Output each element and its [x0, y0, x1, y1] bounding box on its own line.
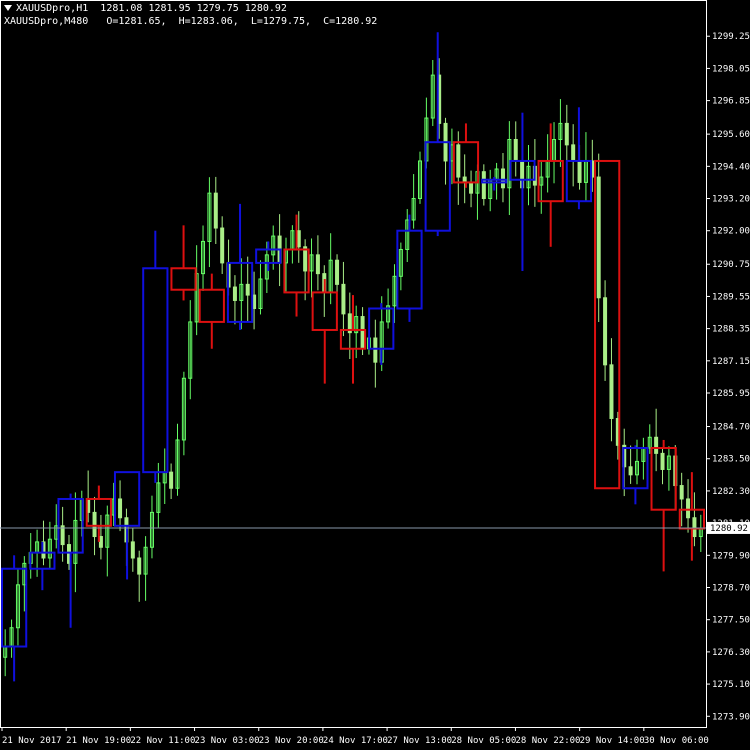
y-tick-label: 1279.90 — [712, 551, 750, 561]
y-tick-label: 1282.30 — [712, 487, 750, 497]
h1-candle-body — [628, 466, 633, 476]
x-tick-label: 23 Nov 20:00 — [259, 736, 324, 746]
h1-candle-body — [98, 536, 103, 548]
chart-header-line1: XAUUSDpro,H1 1281.08 1281.95 1279.75 128… — [4, 3, 287, 15]
m480-candle-box — [142, 267, 169, 474]
symbol-label: XAUUSDpro,H1 — [16, 3, 89, 14]
h1-candle-body — [577, 160, 582, 183]
m480-candle-box — [170, 267, 197, 291]
x-tick-label: 24 Nov 17:00 — [323, 736, 388, 746]
y-tick-label: 1292.00 — [712, 227, 750, 237]
h1-candle-body — [169, 471, 174, 489]
h1-candle-body — [481, 171, 486, 200]
h1-candle-body — [213, 192, 218, 229]
y-tick-label: 1294.40 — [712, 162, 750, 172]
dropdown-triangle-icon[interactable] — [4, 5, 12, 11]
x-tick-label: 28 Nov 05:00 — [451, 736, 516, 746]
h1-candle-body — [513, 138, 518, 162]
m480-candle-box — [537, 159, 564, 203]
y-tick-label: 1277.50 — [712, 616, 750, 626]
y-tick-label: 1273.90 — [712, 712, 750, 722]
x-tick-label: 28 Nov 22:00 — [515, 736, 580, 746]
h1-candle-body — [571, 144, 576, 162]
h1-candle-body — [373, 337, 378, 363]
h1-candle-body — [609, 364, 614, 419]
h1-candle-body — [92, 511, 97, 538]
y-tick-label: 1293.20 — [712, 195, 750, 205]
y-tick-label: 1278.70 — [712, 584, 750, 594]
h1-candle-body — [564, 122, 569, 146]
y-tick-label: 1283.50 — [712, 455, 750, 465]
h1-candle-body — [341, 283, 346, 315]
h1-candle-body — [692, 517, 697, 538]
y-tick-label: 1289.55 — [712, 292, 750, 302]
current-price-label: 1280.92 — [710, 524, 748, 534]
y-tick-label: 1288.35 — [712, 325, 750, 335]
x-tick-label: 30 Nov 06:00 — [644, 736, 709, 746]
h1-candle-body — [456, 144, 461, 178]
h1-candle-body — [130, 541, 135, 559]
h1-candle-body — [335, 259, 340, 285]
h1-candle-body — [315, 254, 320, 275]
y-tick-label: 1299.25 — [712, 32, 750, 42]
h1-candle-body — [118, 498, 123, 519]
x-tick-label: 21 Nov 19:00 — [66, 736, 131, 746]
h1-candle-body — [469, 181, 474, 194]
h1-candle-body — [296, 230, 301, 248]
h1-candle-body — [137, 557, 142, 575]
y-tick-label: 1298.05 — [712, 64, 750, 74]
h1-candle-body — [232, 286, 237, 301]
h1-candle-body — [596, 176, 601, 299]
y-tick-label: 1287.15 — [712, 357, 750, 367]
h1-candle-body — [245, 283, 250, 296]
x-tick-label: 22 Nov 11:00 — [130, 736, 195, 746]
y-tick-label: 1275.10 — [712, 680, 750, 690]
h1-candle-body — [660, 452, 665, 470]
ohlc-values: 1281.08 1281.95 1279.75 1280.92 — [100, 3, 287, 14]
h1-candle-body — [60, 525, 65, 546]
y-tick-label: 1296.85 — [712, 97, 750, 107]
y-tick-label: 1290.75 — [712, 260, 750, 270]
y-tick-label: 1295.60 — [712, 130, 750, 140]
h1-candle-body — [220, 227, 225, 264]
y-tick-label: 1276.30 — [712, 648, 750, 658]
chart-header-line2: XAUUSDpro,M480 O=1281.65, H=1283.06, L=1… — [4, 16, 377, 28]
x-tick-label: 23 Nov 03:00 — [195, 736, 260, 746]
x-tick-label: 29 Nov 14:00 — [580, 736, 645, 746]
indicator-ohlc-values: O=1281.65, H=1283.06, L=1279.75, C=1280.… — [106, 16, 378, 27]
indicator-symbol-label: XAUUSDpro,M480 — [4, 16, 89, 27]
h1-candle-body — [360, 316, 365, 350]
y-tick-label: 1285.95 — [712, 389, 750, 399]
h1-candle-body — [686, 498, 691, 519]
x-tick-label: 21 Nov 2017 — [2, 736, 62, 746]
h1-candle-body — [603, 297, 608, 366]
y-tick-label: 1284.70 — [712, 423, 750, 433]
price-chart[interactable]: 1299.25 1298.05 1296.85 1295.60 1294.40 1293.… — [0, 0, 750, 750]
x-tick-label: 27 Nov 13:00 — [387, 736, 452, 746]
h1-candle-body — [654, 436, 659, 454]
h1-candle-body — [679, 485, 684, 500]
h1-candle-body — [500, 168, 505, 189]
m480-candle-box — [198, 288, 225, 323]
